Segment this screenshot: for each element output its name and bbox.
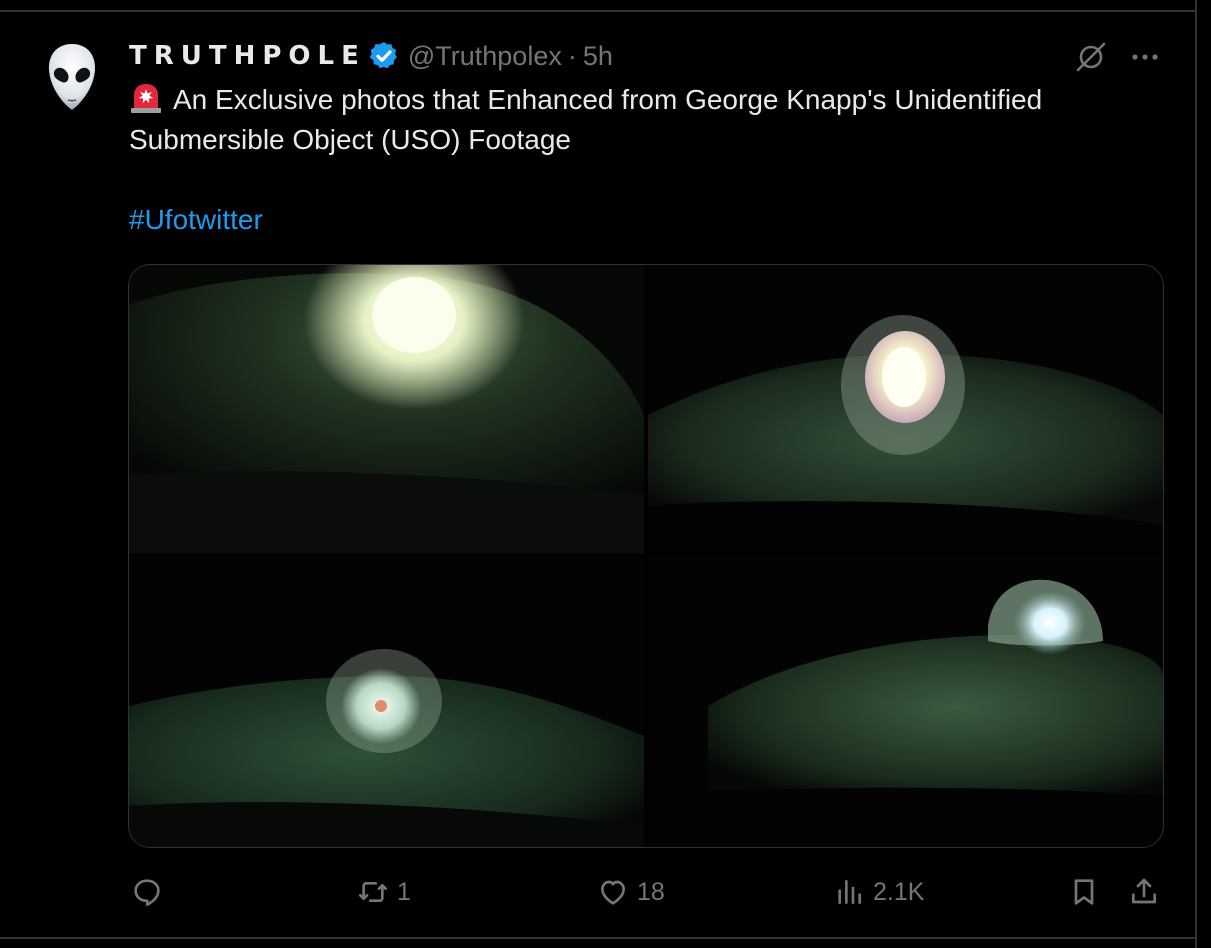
more-options-icon[interactable] [1127,46,1163,68]
media-grid [128,264,1164,848]
right-divider [1195,0,1197,948]
media-photo-4[interactable] [648,556,1163,847]
display-name[interactable]: TRUTHPOLE [129,41,366,71]
share-button[interactable] [1128,872,1160,912]
views-button[interactable]: 2.1K [833,872,924,912]
reply-button[interactable] [131,872,171,912]
like-button[interactable]: 18 [597,872,665,912]
bookmark-icon [1074,879,1094,905]
avatar-alien-icon[interactable] [46,42,98,112]
views-count: 2.1K [873,877,925,906]
grok-icon[interactable] [1074,40,1108,74]
heart-icon [601,880,625,905]
retweet-button[interactable]: 1 [357,872,411,912]
timestamp[interactable]: 5h [583,41,613,72]
retweet-icon [359,882,387,902]
media-photo-3[interactable] [129,556,644,847]
tweet-text: An Exclusive photos that Enhanced from G… [129,80,1169,160]
tweet-header: TRUTHPOLE @Truthpolex · 5h [129,36,613,76]
top-divider [0,10,1196,12]
share-icon [1132,878,1156,904]
bottom-divider [0,937,1196,939]
retweet-count: 1 [397,877,411,906]
views-chart-icon [838,880,861,904]
hashtag-link[interactable]: #Ufotwitter [129,200,263,240]
media-photo-1[interactable] [129,265,644,554]
user-handle[interactable]: @Truthpolex [408,41,562,72]
media-photo-2[interactable] [648,265,1163,554]
like-count: 18 [637,877,665,906]
tweet-body: An Exclusive photos that Enhanced from G… [129,84,1043,155]
siren-emoji-icon [129,82,163,114]
reply-icon [134,879,160,906]
header-separator: · [567,40,577,71]
verified-badge-icon [368,40,400,72]
bookmark-button[interactable] [1068,872,1100,912]
